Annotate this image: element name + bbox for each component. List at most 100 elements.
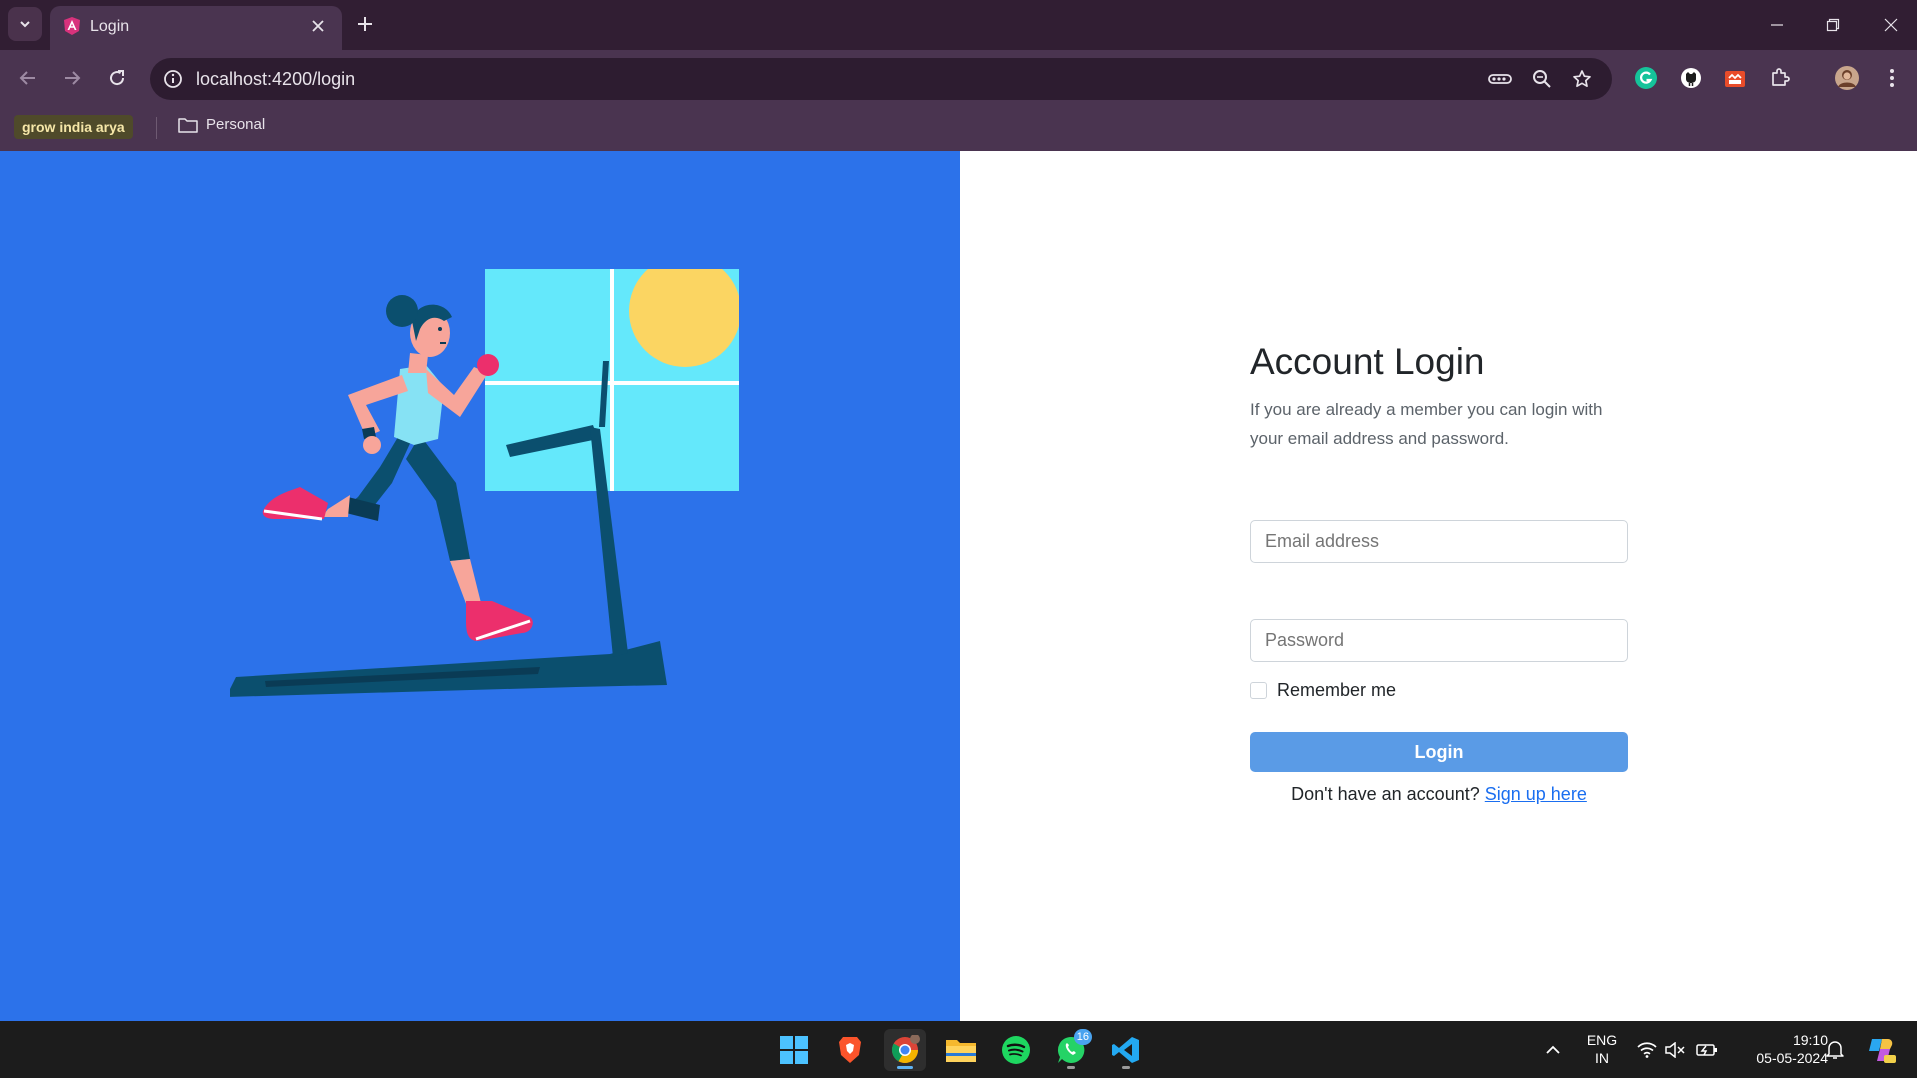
arrow-right-icon	[65, 71, 81, 85]
url-text[interactable]: localhost:4200/login	[196, 69, 355, 90]
signup-prompt: Don't have an account?	[1291, 784, 1480, 804]
close-icon	[312, 20, 324, 32]
window-close-button[interactable]	[1876, 10, 1906, 40]
extensions-button[interactable]	[1766, 64, 1794, 92]
site-info-icon[interactable]	[162, 68, 184, 90]
bookmarks-bar: grow india arya Personal	[0, 106, 1917, 151]
login-button[interactable]: Login	[1250, 732, 1628, 772]
wifi-icon	[1637, 1042, 1657, 1058]
tab-close-button[interactable]	[308, 16, 328, 36]
taskbar-brave[interactable]	[829, 1029, 871, 1071]
hero-panel	[0, 151, 960, 1021]
back-button[interactable]	[12, 62, 44, 94]
chrome-icon	[891, 1035, 920, 1064]
address-bar[interactable]: localhost:4200/login	[150, 58, 1612, 100]
login-subtitle: If you are already a member you can logi…	[1250, 400, 1603, 448]
github-icon	[1681, 68, 1701, 88]
bookmark-folder-personal[interactable]: Personal	[178, 116, 265, 133]
browser-tab-bar: Login	[0, 0, 1917, 50]
bookmark-separator	[156, 117, 157, 139]
key-icon	[1488, 74, 1512, 84]
bookmark-folder-label: Personal	[206, 116, 266, 133]
show-hidden-icons-button[interactable]	[1542, 1039, 1564, 1061]
windows-start-icon	[780, 1036, 808, 1064]
login-form: Account Login If you are already a membe…	[1250, 341, 1630, 804]
chevron-up-icon	[1546, 1045, 1560, 1054]
copilot-icon	[1869, 1039, 1896, 1063]
folder-icon	[946, 1040, 976, 1062]
language-code: ENG	[1586, 1032, 1618, 1048]
toolbox-extension-button[interactable]	[1721, 64, 1749, 92]
remember-me-row: Remember me	[1250, 680, 1396, 701]
github-extension-button[interactable]	[1677, 64, 1705, 92]
signup-link[interactable]: Sign up here	[1485, 784, 1587, 804]
active-tab[interactable]: Login	[50, 6, 342, 50]
arrow-left-icon	[19, 71, 35, 85]
grammarly-icon	[1635, 67, 1657, 89]
zoom-button[interactable]	[1530, 67, 1554, 91]
signup-row: Don't have an account? Sign up here	[1250, 784, 1628, 805]
bell-icon	[1826, 1041, 1844, 1059]
whatsapp-unread-badge: 16	[1073, 1029, 1092, 1045]
taskbar-vscode[interactable]	[1105, 1029, 1147, 1071]
toolbox-icon	[1725, 71, 1745, 87]
wifi-status[interactable]	[1636, 1039, 1658, 1061]
profile-avatar-button[interactable]	[1833, 64, 1861, 92]
page-viewport: Account Login If you are already a membe…	[0, 151, 1917, 1021]
input-language-indicator[interactable]: ENG IN	[1584, 1031, 1620, 1067]
volume-status[interactable]	[1664, 1039, 1686, 1061]
minimize-button[interactable]	[1762, 10, 1792, 40]
close-icon	[1884, 18, 1898, 32]
notifications-button[interactable]	[1824, 1039, 1846, 1061]
minimize-icon	[1771, 24, 1783, 26]
battery-charging-icon	[1696, 1044, 1717, 1056]
tab-search-button[interactable]	[8, 7, 42, 41]
taskbar-whatsapp[interactable]: 16	[1050, 1029, 1092, 1071]
star-icon	[1573, 70, 1591, 88]
clock-time: 19:10	[1792, 1032, 1828, 1048]
folder-icon	[178, 117, 198, 133]
more-vertical-icon	[1890, 69, 1894, 87]
running-app-indicator	[1067, 1066, 1075, 1069]
taskbar-file-explorer[interactable]	[940, 1029, 982, 1071]
email-field[interactable]	[1250, 520, 1628, 563]
region-code: IN	[1595, 1050, 1609, 1066]
bookmark-star-button[interactable]	[1570, 67, 1594, 91]
reload-button[interactable]	[101, 62, 133, 94]
chrome-menu-button[interactable]	[1878, 64, 1906, 92]
spotify-icon	[1002, 1036, 1030, 1064]
password-field[interactable]	[1250, 619, 1628, 662]
restore-icon	[1826, 18, 1840, 32]
avatar-icon	[1835, 66, 1859, 90]
copilot-button[interactable]	[1866, 1035, 1896, 1065]
password-key-button[interactable]	[1488, 67, 1512, 91]
new-tab-button[interactable]	[352, 11, 378, 37]
taskbar-chrome[interactable]	[884, 1029, 926, 1071]
vscode-icon	[1112, 1037, 1139, 1063]
tab-title: Login	[90, 18, 130, 35]
puzzle-icon	[1772, 68, 1790, 86]
battery-status[interactable]	[1696, 1039, 1718, 1061]
speaker-muted-icon	[1665, 1042, 1685, 1058]
angular-favicon-icon	[64, 17, 80, 35]
remember-me-label[interactable]: Remember me	[1277, 680, 1396, 701]
taskbar-spotify[interactable]	[995, 1029, 1037, 1071]
remember-me-checkbox[interactable]	[1250, 682, 1267, 699]
treadmill-runner-illustration	[230, 269, 739, 697]
page-title: Account Login	[1250, 341, 1485, 382]
browser-toolbar: localhost:4200/login	[0, 50, 1917, 106]
zoom-icon	[1533, 70, 1551, 88]
running-app-indicator	[1122, 1066, 1130, 1069]
active-app-indicator	[897, 1066, 913, 1069]
clock-date: 05-05-2024	[1756, 1050, 1828, 1066]
restore-button[interactable]	[1818, 10, 1848, 40]
plus-icon	[358, 17, 372, 31]
bookmark-grow-india-arya[interactable]: grow india arya	[14, 115, 133, 139]
reload-icon	[110, 70, 125, 86]
forward-button[interactable]	[56, 62, 88, 94]
chevron-down-icon	[20, 21, 30, 28]
clock[interactable]: 19:10 05-05-2024	[1732, 1031, 1828, 1067]
start-button[interactable]	[773, 1029, 815, 1071]
brave-icon	[839, 1037, 861, 1063]
grammarly-extension-button[interactable]	[1632, 64, 1660, 92]
